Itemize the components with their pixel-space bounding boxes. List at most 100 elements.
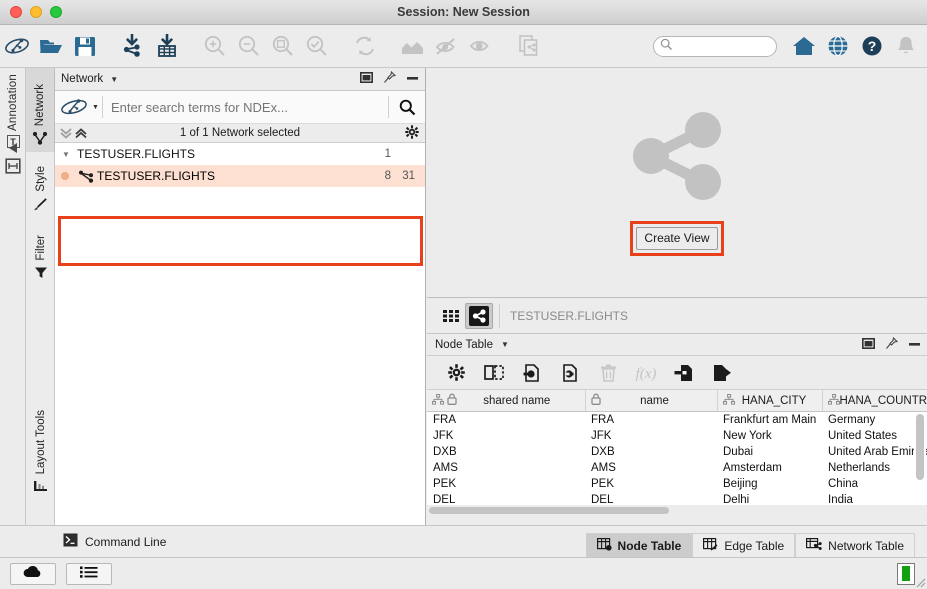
command-line-toggle[interactable]: Command Line: [0, 533, 166, 550]
window-title: Session: New Session: [397, 5, 530, 19]
import-column-icon[interactable]: [513, 358, 551, 388]
web-icon[interactable]: [821, 29, 855, 63]
import-network-icon[interactable]: [116, 29, 150, 63]
collapse-arrow-icon[interactable]: [6, 142, 20, 157]
scrollbar-thumb[interactable]: [429, 507, 669, 514]
zoom-in-icon: [198, 29, 232, 63]
table-vertical-scrollbar[interactable]: [914, 412, 926, 515]
cell-name: DXB: [591, 445, 615, 458]
memory-bar: [902, 566, 910, 581]
function-builder-icon: f(x): [627, 358, 665, 388]
window-traffic-lights: [10, 6, 62, 18]
annotation-label: Annotation: [7, 74, 19, 131]
chevron-double-up-icon[interactable]: [74, 125, 88, 142]
chevron-down-icon[interactable]: ▼: [501, 340, 509, 349]
tree-highlight-box: [58, 216, 423, 266]
minimize-icon[interactable]: [406, 72, 419, 86]
float-window-icon[interactable]: [360, 72, 373, 86]
ndex-source-selector[interactable]: ▼: [55, 97, 102, 117]
task-list-button[interactable]: [66, 562, 112, 585]
column-header-label: HANA_CITY: [741, 394, 807, 407]
tab-filter[interactable]: Filter: [26, 220, 55, 286]
cell-shared-name: AMS: [433, 461, 458, 474]
table-horizontal-scrollbar[interactable]: [427, 505, 927, 516]
network-share-icon: [629, 110, 726, 205]
window-resize-grip[interactable]: [912, 574, 926, 588]
tab-style[interactable]: Style: [26, 156, 55, 218]
export-table-file-icon[interactable]: [703, 358, 741, 388]
edge-table-icon: [703, 537, 718, 554]
import-table-icon[interactable]: [150, 29, 184, 63]
settings-gear-icon[interactable]: [437, 358, 475, 388]
svg-text:?: ?: [868, 38, 877, 54]
tab-edge-table[interactable]: Edge Table: [692, 532, 796, 558]
column-header-shared-name[interactable]: shared name: [427, 390, 586, 412]
network-icon: [75, 170, 97, 183]
minimize-icon[interactable]: [908, 338, 921, 352]
cloud-status-button[interactable]: [10, 562, 56, 585]
tab-node-table-label: Node Table: [617, 538, 682, 553]
node-table: shared name name HANA_CITY HANA_COUNTR F…: [427, 390, 927, 508]
help-icon[interactable]: ?: [855, 29, 889, 63]
network-name: TESTUSER.FLIGHTS: [97, 169, 216, 183]
save-icon[interactable]: [68, 29, 102, 63]
cell-hana-country: Germany: [828, 413, 876, 426]
column-header-hana-country[interactable]: HANA_COUNTR: [822, 390, 927, 412]
current-network-name: TESTUSER.FLIGHTS: [510, 308, 629, 323]
toggle-side-panel-icon[interactable]: [5, 158, 21, 177]
global-search-box[interactable]: [653, 35, 820, 57]
network-tree-collection-row[interactable]: ▼ TESTUSER.FLIGHTS 1: [55, 143, 425, 165]
network-view-icon[interactable]: [465, 302, 493, 329]
network-panel-title: Network: [61, 73, 104, 85]
collection-count: 1: [384, 148, 391, 160]
table-row[interactable]: JFK JFK New York United States: [427, 428, 927, 444]
minimize-window-button[interactable]: [30, 6, 42, 18]
home-icon[interactable]: [787, 29, 821, 63]
table-row[interactable]: PEK PEK Beijing China: [427, 476, 927, 492]
tab-node-table[interactable]: Node Table: [585, 532, 693, 558]
table-header-row: shared name name HANA_CITY HANA_COUNTR: [427, 390, 927, 412]
network-tree: ▼ TESTUSER.FLIGHTS 1 TESTUSER.FLIGHTS 8 …: [55, 143, 425, 187]
column-header-name[interactable]: name: [585, 390, 718, 412]
tab-network-table[interactable]: Network Table: [795, 532, 915, 558]
tab-layout-tools[interactable]: Layout Tools: [26, 388, 55, 500]
maximize-window-button[interactable]: [50, 6, 62, 18]
pin-icon[interactable]: [885, 336, 899, 353]
column-header-label: name: [640, 394, 669, 407]
gear-icon[interactable]: [405, 124, 419, 142]
ndex-search-input[interactable]: [102, 99, 388, 115]
show-columns-icon[interactable]: [475, 358, 513, 388]
create-view-button[interactable]: Create View: [636, 226, 718, 250]
chevron-double-down-icon[interactable]: [59, 125, 73, 142]
cell-hana-country: United Arab Emirates: [828, 445, 927, 458]
export-column-icon[interactable]: [551, 358, 589, 388]
column-header-hana-city[interactable]: HANA_CITY: [717, 390, 823, 412]
cloud-icon: [22, 565, 44, 582]
command-line-bar: Command Line Node Table Edge Table Netwo…: [0, 525, 927, 558]
lock-icon: [590, 393, 601, 408]
import-table-file-icon[interactable]: [665, 358, 703, 388]
chevron-down-icon[interactable]: ▼: [55, 150, 77, 159]
network-tree-network-row[interactable]: TESTUSER.FLIGHTS 8 31: [55, 165, 425, 187]
brush-icon: [33, 197, 48, 214]
table-row[interactable]: DXB DXB Dubai United Arab Emirates: [427, 444, 927, 460]
table-row[interactable]: FRA FRA Frankfurt am Main Germany: [427, 412, 927, 428]
open-folder-icon[interactable]: [34, 29, 68, 63]
grid-view-icon[interactable]: [437, 303, 465, 329]
sidebar-item-annotation[interactable]: Annotation T: [0, 74, 26, 148]
cell-name: AMS: [591, 461, 616, 474]
table-row[interactable]: AMS AMS Amsterdam Netherlands: [427, 460, 927, 476]
bell-icon[interactable]: [889, 29, 923, 63]
ndex-logo-icon[interactable]: [0, 29, 34, 63]
cell-shared-name: JFK: [433, 429, 454, 442]
float-window-icon[interactable]: [862, 337, 875, 352]
hide-unselected-icon: [430, 29, 464, 63]
layout-icon: [33, 479, 48, 496]
pin-icon[interactable]: [383, 70, 397, 87]
chevron-down-icon[interactable]: ▼: [110, 75, 118, 84]
scrollbar-thumb[interactable]: [916, 414, 924, 480]
close-window-button[interactable]: [10, 6, 22, 18]
network-node-count: 8: [384, 170, 391, 182]
tab-network[interactable]: Network: [26, 68, 55, 152]
search-icon[interactable]: [389, 99, 425, 116]
